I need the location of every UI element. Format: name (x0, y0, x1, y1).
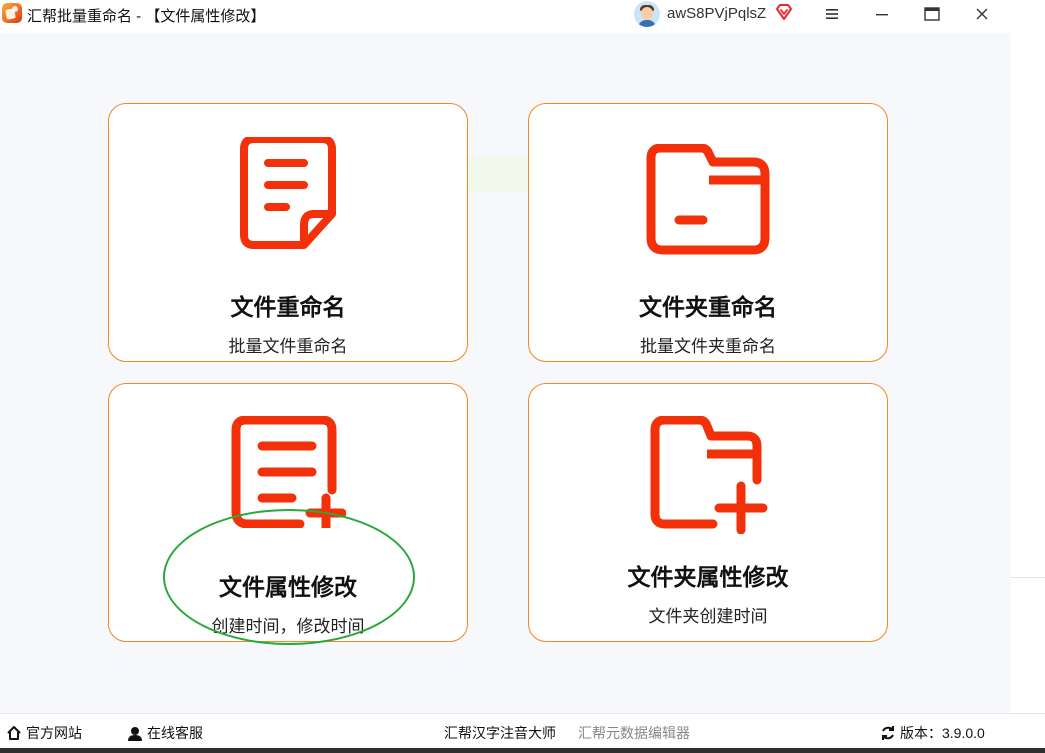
version-check[interactable]: 版本：3.9.0.0 (880, 723, 985, 743)
card-title: 文件属性修改 (219, 574, 357, 600)
card-folder-attributes[interactable]: 文件夹属性修改 文件夹创建时间 (528, 383, 888, 642)
folder-plus-icon (650, 416, 768, 534)
hamburger-menu-icon (826, 9, 838, 19)
home-icon (7, 726, 21, 740)
close-icon (976, 8, 988, 20)
card-file-attributes[interactable]: 文件属性修改 创建时间，修改时间 (108, 383, 468, 642)
app-logo-icon (2, 3, 22, 23)
card-subtitle: 批量文件重命名 (228, 337, 348, 356)
card-file-rename[interactable]: 文件重命名 批量文件重命名 (108, 103, 468, 362)
maximize-icon (924, 7, 940, 21)
card-subtitle: 创建时间，修改时间 (211, 617, 365, 636)
card-subtitle: 文件夹创建时间 (648, 607, 768, 626)
card-subtitle: 批量文件夹重命名 (640, 337, 776, 356)
file-plus-icon (231, 416, 346, 528)
status-bar: 官方网站 在线客服 汇帮汉字注音大师 汇帮元数据编辑器 版本：3.9.0.0 (0, 713, 1045, 748)
maximize-button[interactable] (909, 0, 955, 28)
card-folder-rename[interactable]: 文件夹重命名 批量文件夹重命名 (528, 103, 888, 362)
taskbar-edge (0, 748, 1045, 753)
version-label: 版本：3.9.0.0 (900, 725, 985, 741)
minimize-icon (876, 14, 888, 16)
folder-minus-icon (646, 144, 770, 255)
title-bar: 汇帮批量重命名 - 【文件属性修改】 awS8PVjPqlsZ (0, 0, 1045, 30)
close-button[interactable] (959, 0, 1005, 28)
support-agent-icon (128, 727, 142, 741)
file-text-icon (240, 137, 336, 249)
divider (1010, 577, 1045, 578)
hanzi-pinyin-link[interactable]: 汇帮汉字注音大师 (444, 723, 556, 743)
username-label[interactable]: awS8PVjPqlsZ (667, 5, 766, 22)
card-title: 文件夹属性修改 (627, 564, 789, 590)
menu-button[interactable] (809, 0, 855, 28)
card-title: 文件重命名 (230, 294, 346, 320)
side-strip (1010, 30, 1045, 720)
status-label: 在线客服 (147, 725, 203, 741)
window-title: 汇帮批量重命名 - 【文件属性修改】 (27, 8, 266, 25)
user-avatar[interactable] (634, 1, 660, 27)
minimize-button[interactable] (859, 0, 905, 28)
refresh-icon (882, 726, 894, 740)
metadata-editor-link[interactable]: 汇帮元数据编辑器 (578, 723, 690, 743)
vip-diamond-icon[interactable] (775, 3, 793, 21)
online-support-link[interactable]: 在线客服 (127, 723, 203, 743)
card-title: 文件夹重命名 (639, 294, 777, 320)
status-label: 官方网站 (26, 725, 82, 741)
official-website-link[interactable]: 官方网站 (6, 723, 82, 743)
